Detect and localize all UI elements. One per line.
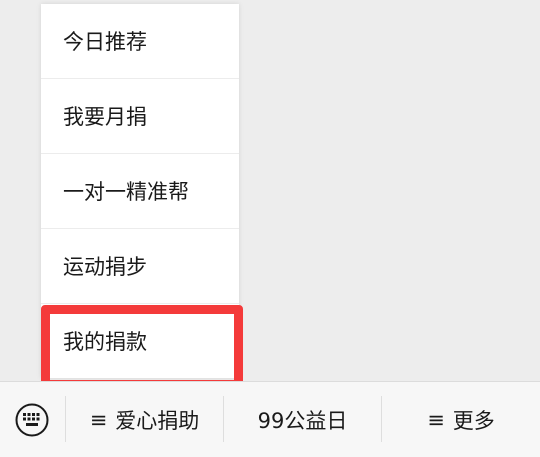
menu-item-label: 运动捐步 <box>63 255 147 279</box>
menu-item-step-donation[interactable]: 运动捐步 <box>41 229 239 304</box>
keyboard-toggle-button[interactable] <box>0 382 64 457</box>
tab-label: 更多 <box>452 408 495 433</box>
bottom-menu-bar: ≡ 爱心捐助 99公益日 ≡ 更多 <box>0 381 540 457</box>
menu-list-icon: ≡ <box>89 407 108 432</box>
tab-label: 爱心捐助 <box>115 408 200 433</box>
tab-love-donation[interactable]: ≡ 爱心捐助 <box>66 382 223 457</box>
menu-item-one-on-one-help[interactable]: 一对一精准帮 <box>41 154 239 229</box>
tab-label: 99公益日 <box>257 408 348 433</box>
popup-menu: 今日推荐 我要月捐 一对一精准帮 运动捐步 我的捐款 <box>41 4 239 378</box>
menu-list-icon: ≡ <box>427 407 445 432</box>
tab-99-charity-day[interactable]: 99公益日 <box>224 382 381 457</box>
menu-item-label: 一对一精准帮 <box>63 180 189 204</box>
menu-item-my-donations[interactable]: 我的捐款 <box>41 304 239 378</box>
tab-more[interactable]: ≡ 更多 <box>382 382 540 457</box>
keyboard-icon <box>15 403 49 436</box>
menu-item-label: 今日推荐 <box>63 30 147 54</box>
menu-item-today-recommend[interactable]: 今日推荐 <box>41 4 239 79</box>
menu-item-monthly-donation[interactable]: 我要月捐 <box>41 79 239 154</box>
menu-item-label: 我要月捐 <box>63 105 147 129</box>
menu-item-label: 我的捐款 <box>63 330 147 354</box>
